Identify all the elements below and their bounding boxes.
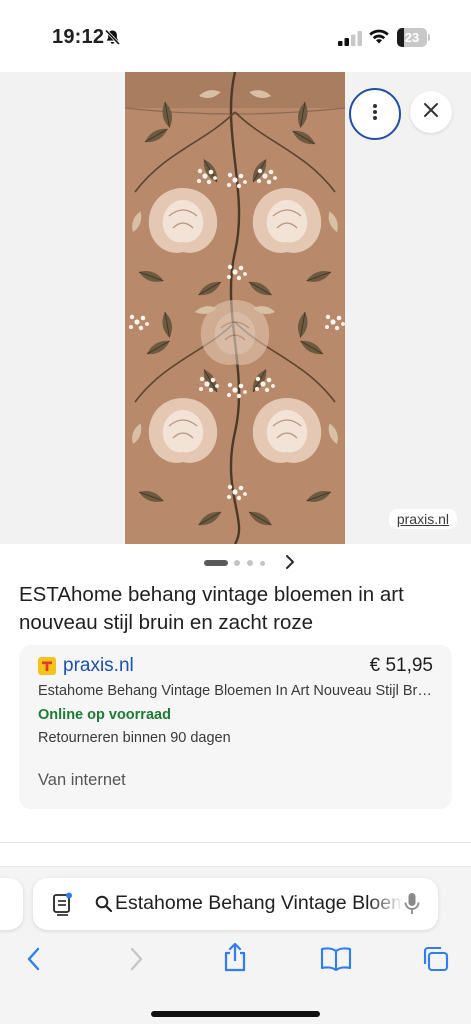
store-logo-icon: [38, 657, 56, 675]
forward-icon[interactable]: [126, 945, 146, 978]
offer-source: Van internet: [38, 771, 126, 789]
close-button[interactable]: [410, 91, 452, 133]
bell-slash-icon: [104, 29, 121, 51]
search-icon: [95, 895, 113, 918]
signal-bars-icon: [338, 31, 362, 51]
tabs-overview-icon[interactable]: [51, 892, 75, 921]
back-icon[interactable]: [24, 945, 44, 978]
more-vertical-icon: [372, 103, 378, 126]
return-policy: Retourneren binnen 90 dagen: [38, 730, 231, 746]
store-name-link[interactable]: praxis.nl: [63, 655, 134, 677]
close-icon: [423, 102, 439, 123]
offer-product-name: Estahome Behang Vintage Bloemen In Art N…: [38, 683, 438, 699]
divider: [0, 842, 471, 843]
address-text[interactable]: Estahome Behang Vintage Bloemen: [115, 892, 403, 915]
pager-dot[interactable]: [260, 560, 265, 566]
address-bar[interactable]: Estahome Behang Vintage Bloemen: [33, 878, 438, 930]
wallpaper-image[interactable]: [125, 72, 345, 544]
offer-price: € 51,95: [369, 655, 433, 676]
previous-tab-preview[interactable]: [0, 878, 23, 930]
home-indicator: [151, 1011, 320, 1017]
stock-status: Online op voorraad: [38, 707, 171, 723]
chevron-right-icon[interactable]: [283, 553, 297, 576]
status-bar: 19:12 23: [0, 0, 471, 72]
more-options-button[interactable]: [349, 88, 401, 140]
share-icon[interactable]: [222, 941, 248, 978]
pager-dot[interactable]: [247, 560, 253, 566]
product-title: ESTAhome behang vintage bloemen in art n…: [19, 583, 404, 634]
battery-icon: 23: [397, 28, 430, 47]
wifi-icon: [368, 28, 390, 50]
tabs-icon[interactable]: [422, 945, 450, 978]
image-source-link[interactable]: praxis.nl: [388, 509, 457, 529]
bookmarks-icon[interactable]: [320, 945, 352, 978]
pager-dot[interactable]: [204, 560, 228, 566]
offer-card[interactable]: praxis.nl € 51,95 Estahome Behang Vintag…: [19, 645, 452, 809]
image-viewer: praxis.nl: [0, 72, 471, 544]
status-time: 19:12: [52, 26, 105, 48]
microphone-icon[interactable]: [403, 892, 421, 921]
pager-dot[interactable]: [234, 560, 240, 566]
battery-percentage: 23: [404, 30, 420, 45]
image-pager: [0, 553, 471, 571]
browser-toolbar: Estahome Behang Vintage Bloemen: [0, 866, 471, 1024]
